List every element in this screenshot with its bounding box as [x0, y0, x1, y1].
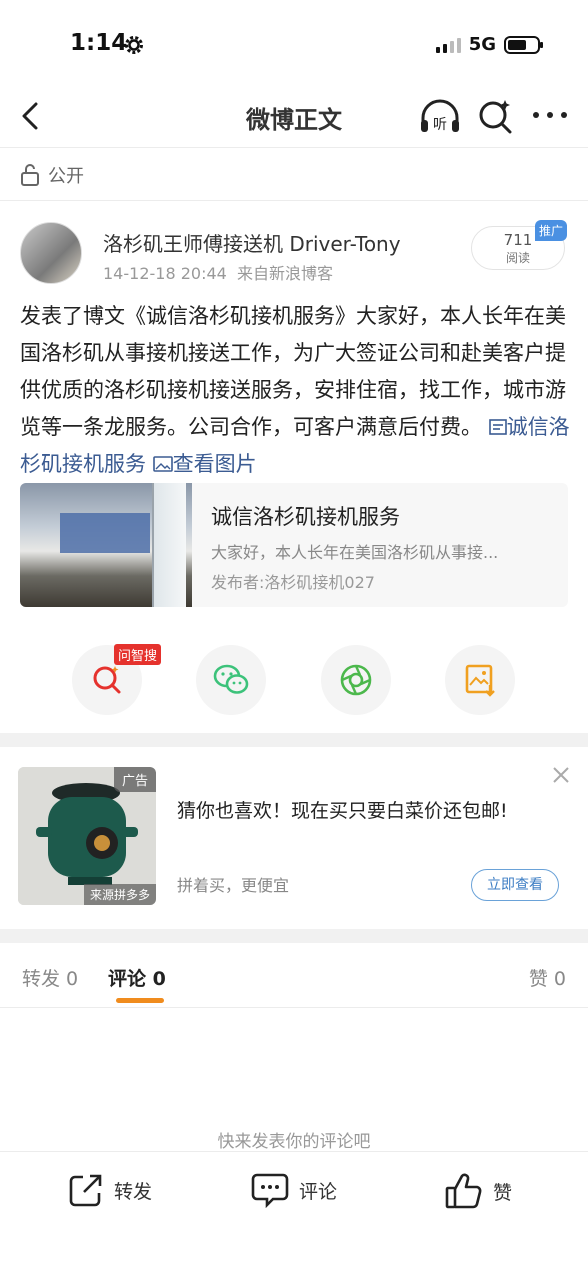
- comment-label: 评论: [299, 1180, 338, 1203]
- divider: [0, 200, 588, 201]
- article-card-desc: 大家好，本人长年在美国洛杉矶从事接...: [211, 543, 499, 562]
- section-divider: [0, 733, 588, 747]
- repost-button[interactable]: 转发: [68, 1172, 152, 1208]
- wechat-icon: [213, 664, 249, 694]
- article-icon: [488, 419, 507, 435]
- unlock-icon: [21, 164, 39, 186]
- bottom-action-bar: 转发 评论 赞: [0, 1151, 588, 1280]
- article-card-title: 诚信洛杉矶接机服务: [211, 505, 400, 529]
- post-text: 发表了博文《诚信洛杉矶接机服务》大家好，本人长年在美国洛杉矶从事接机接送工作，为…: [20, 298, 570, 483]
- avatar[interactable]: [20, 222, 82, 284]
- network-label: 5G: [468, 34, 496, 55]
- post-meta: 14-12-18 20:44 来自新浪博客: [103, 260, 333, 284]
- gear-icon: [125, 36, 143, 54]
- visibility-label: 公开: [48, 166, 84, 187]
- active-tab-indicator: [116, 998, 164, 1003]
- comment-button[interactable]: 评论: [251, 1172, 337, 1208]
- headphones-icon[interactable]: 听: [418, 96, 462, 136]
- author-name[interactable]: 洛杉矶王师傅接送机 Driver-Tony: [103, 228, 401, 257]
- ad-subtitle: 拼着买，更便宜: [177, 876, 290, 895]
- tab-likes[interactable]: 赞 0: [529, 964, 566, 991]
- article-thumbnail: [20, 483, 192, 607]
- post-body: 发表了博文《诚信洛杉矶接机服务》大家好，本人长年在美国洛杉矶从事接机接送工作，为…: [20, 304, 566, 439]
- image-link[interactable]: 查看图片: [152, 452, 257, 476]
- moments-icon: [340, 664, 372, 696]
- smart-search-tag: 问智搜: [114, 644, 162, 665]
- battery-icon: [504, 35, 543, 54]
- like-button[interactable]: 赞: [445, 1172, 512, 1210]
- ad-tag: 广告: [113, 767, 156, 792]
- status-indicators: 5G: [435, 34, 543, 55]
- divider: [0, 1007, 588, 1008]
- search-icon[interactable]: [476, 96, 516, 136]
- status-time: 1:14: [70, 30, 128, 56]
- moments-share-button[interactable]: [321, 645, 391, 715]
- comment-icon: [251, 1173, 289, 1208]
- repost-label: 转发: [114, 1180, 153, 1203]
- post-time: 14-12-18 20:44: [103, 264, 227, 283]
- like-label: 赞: [493, 1181, 513, 1204]
- signal-icon: [435, 37, 461, 53]
- ad-source: 来源拼多多: [83, 884, 156, 905]
- svg-text:听: 听: [433, 117, 447, 133]
- wechat-share-button[interactable]: [196, 645, 266, 715]
- tab-reposts[interactable]: 转发 0: [22, 964, 78, 991]
- search-icon: [93, 666, 121, 694]
- post-source: 来自新浪博客: [237, 264, 334, 283]
- picture-icon: [152, 456, 173, 472]
- empty-comments-hint: 快来发表你的评论吧: [217, 1132, 371, 1152]
- ad-image[interactable]: 广告 来源拼多多: [18, 767, 156, 905]
- reads-label: 阅读: [505, 251, 530, 265]
- visibility-row: 公开: [20, 162, 84, 188]
- thumbs-up-icon: [445, 1173, 482, 1209]
- section-divider: [0, 929, 588, 943]
- image-link-text: 查看图片: [172, 452, 257, 476]
- divider: [0, 147, 588, 148]
- share-icon: [69, 1174, 102, 1207]
- article-card-author: 发布者:洛杉矶接机027: [211, 573, 375, 592]
- close-icon[interactable]: [550, 764, 572, 786]
- save-image-button[interactable]: [445, 645, 515, 715]
- more-icon[interactable]: [530, 100, 570, 130]
- ad-title[interactable]: 猜你也喜欢！现在买只要白菜价还包邮!: [177, 796, 508, 823]
- promo-badge: 推广: [535, 220, 568, 241]
- tab-comments[interactable]: 评论 0: [108, 964, 166, 991]
- image-download-icon: [465, 664, 495, 697]
- article-card[interactable]: 诚信洛杉矶接机服务 大家好，本人长年在美国洛杉矶从事接... 发布者:洛杉矶接机…: [20, 483, 568, 607]
- ad-view-button[interactable]: 立即查看: [471, 869, 559, 901]
